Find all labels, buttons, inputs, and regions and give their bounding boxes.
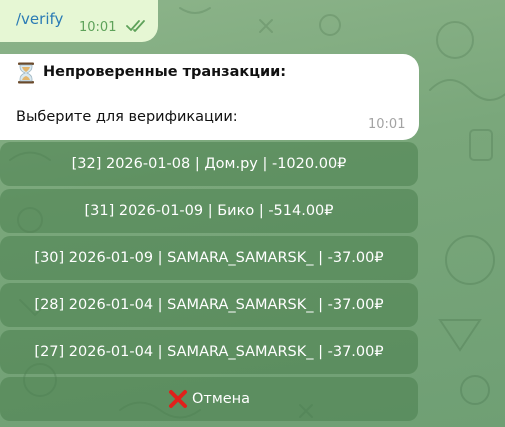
transaction-button-31[interactable]: [31] 2026-01-09 | Бико | -514.00₽ bbox=[0, 189, 418, 233]
outgoing-message-bubble: /verify 10:01 bbox=[0, 0, 158, 42]
double-check-icon bbox=[126, 20, 145, 32]
transaction-button-30[interactable]: [30] 2026-01-09 | SAMARA_SAMARSK_ | -37.… bbox=[0, 236, 418, 280]
message-title: Непроверенные транзакции: bbox=[43, 64, 287, 80]
message-body: Выберите для верификации: bbox=[16, 109, 238, 125]
cancel-button-label: Отмена bbox=[191, 391, 251, 407]
outgoing-message-time: 10:01 bbox=[79, 20, 117, 35]
cancel-button[interactable]: Отмена bbox=[0, 377, 418, 421]
cross-mark-icon bbox=[168, 390, 187, 408]
transaction-button-label: [28] 2026-01-04 | SAMARA_SAMARSK_ | -37.… bbox=[34, 297, 384, 313]
incoming-message-bubble: Непроверенные транзакции: Выберите для в… bbox=[0, 54, 419, 140]
transaction-button-27[interactable]: [27] 2026-01-04 | SAMARA_SAMARSK_ | -37.… bbox=[0, 330, 418, 374]
transaction-button-label: [27] 2026-01-04 | SAMARA_SAMARSK_ | -37.… bbox=[34, 344, 384, 360]
transaction-button-28[interactable]: [28] 2026-01-04 | SAMARA_SAMARSK_ | -37.… bbox=[0, 283, 418, 327]
transaction-button-label: [32] 2026-01-08 | Дом.ру | -1020.00₽ bbox=[71, 156, 347, 172]
hourglass-icon bbox=[18, 62, 34, 84]
outgoing-message-text: /verify bbox=[16, 10, 64, 28]
transaction-button-32[interactable]: [32] 2026-01-08 | Дом.ру | -1020.00₽ bbox=[0, 142, 418, 186]
message-time: 10:01 bbox=[368, 117, 406, 132]
transaction-button-label: [31] 2026-01-09 | Бико | -514.00₽ bbox=[84, 203, 334, 219]
transaction-button-label: [30] 2026-01-09 | SAMARA_SAMARSK_ | -37.… bbox=[34, 250, 384, 266]
